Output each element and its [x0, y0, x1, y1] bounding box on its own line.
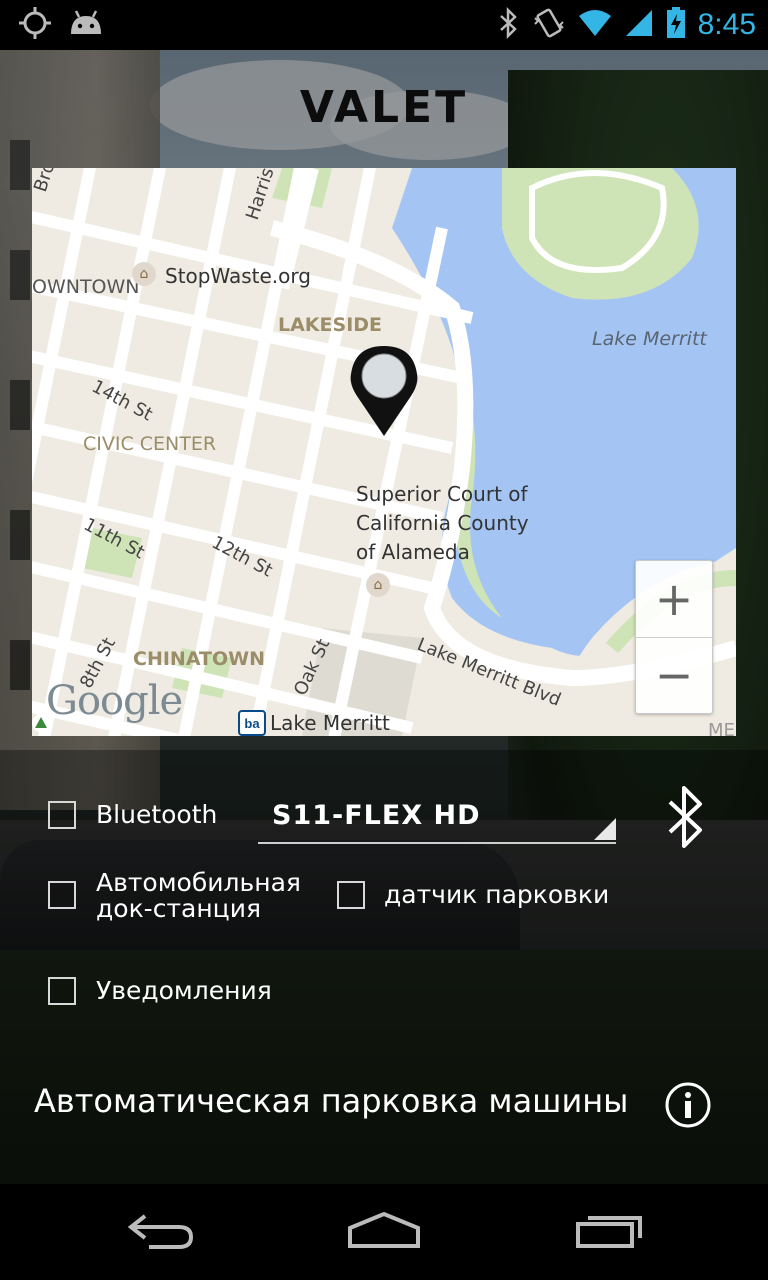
- zoom-in-button[interactable]: +: [636, 561, 712, 638]
- map-water-label: Lake Merritt: [592, 328, 707, 350]
- map-view[interactable]: LAKESIDE CIVIC CENTER CHINATOWN OWNTOWN …: [32, 168, 736, 736]
- zoom-control: + −: [635, 560, 713, 714]
- recents-icon: [574, 1210, 646, 1255]
- vibrate-icon: [532, 6, 566, 45]
- android-icon: [68, 8, 104, 43]
- dock-station-label: Автомобильная: [96, 868, 301, 897]
- map-edge-label: MERR: [708, 720, 736, 736]
- map-poi-label: of Alameda: [356, 540, 470, 564]
- notifications-checkbox[interactable]: [48, 977, 76, 1005]
- zoom-out-button[interactable]: −: [636, 637, 712, 713]
- clock: 8:45: [697, 8, 756, 41]
- map-poi-label: Superior Court of: [356, 482, 528, 506]
- dock-station-label: док-станция: [96, 894, 261, 923]
- navigation-bar: [0, 1184, 768, 1280]
- back-button[interactable]: [110, 1204, 210, 1260]
- auto-parking-label[interactable]: Автоматическая парковка машины: [34, 1082, 628, 1120]
- home-icon: [346, 1210, 422, 1255]
- map-district-label: OWNTOWN: [32, 276, 140, 298]
- bluetooth-checkbox[interactable]: [48, 801, 76, 829]
- home-button[interactable]: [334, 1204, 434, 1260]
- bart-icon: ba: [238, 710, 266, 736]
- map-district-label: LAKESIDE: [278, 314, 383, 336]
- recents-button[interactable]: [560, 1204, 660, 1260]
- map-poi-courthouse-icon: ⌂: [366, 573, 390, 597]
- location-target-icon: [18, 6, 52, 45]
- transit-station-label: Lake Merritt: [270, 711, 390, 735]
- bluetooth-device-select[interactable]: S11-FLEX HD: [258, 790, 616, 844]
- map-poi-label: StopWaste.org: [165, 264, 311, 288]
- bluetooth-pair-icon[interactable]: [666, 784, 706, 855]
- status-bar: 8:45: [0, 0, 768, 50]
- map-district-label: CIVIC CENTER: [83, 433, 217, 455]
- back-icon: [125, 1210, 195, 1255]
- notifications-label: Уведомления: [96, 976, 272, 1005]
- info-icon[interactable]: [664, 1081, 712, 1129]
- dock-station-checkbox[interactable]: [48, 881, 76, 909]
- transit-station-tag: ba Lake Merritt: [238, 710, 390, 736]
- bluetooth-label: Bluetooth: [96, 800, 218, 829]
- app-title: VALET: [299, 82, 469, 133]
- bluetooth-icon: [498, 6, 520, 44]
- parking-sensor-label: датчик парковки: [384, 880, 610, 909]
- google-logo: Google: [46, 678, 183, 724]
- bluetooth-device-name: S11-FLEX HD: [272, 800, 481, 831]
- battery-charging-icon: [666, 6, 686, 44]
- map-poi-museum-icon: ⌂: [132, 262, 156, 286]
- map-district-label: CHINATOWN: [133, 648, 266, 670]
- map-poi-label: California County: [356, 511, 529, 535]
- parking-sensor-checkbox[interactable]: [337, 881, 365, 909]
- wifi-icon: [578, 8, 612, 43]
- dropdown-corner-icon: [594, 818, 616, 840]
- street-view-icon[interactable]: [32, 714, 50, 732]
- cell-signal-icon: [624, 8, 654, 43]
